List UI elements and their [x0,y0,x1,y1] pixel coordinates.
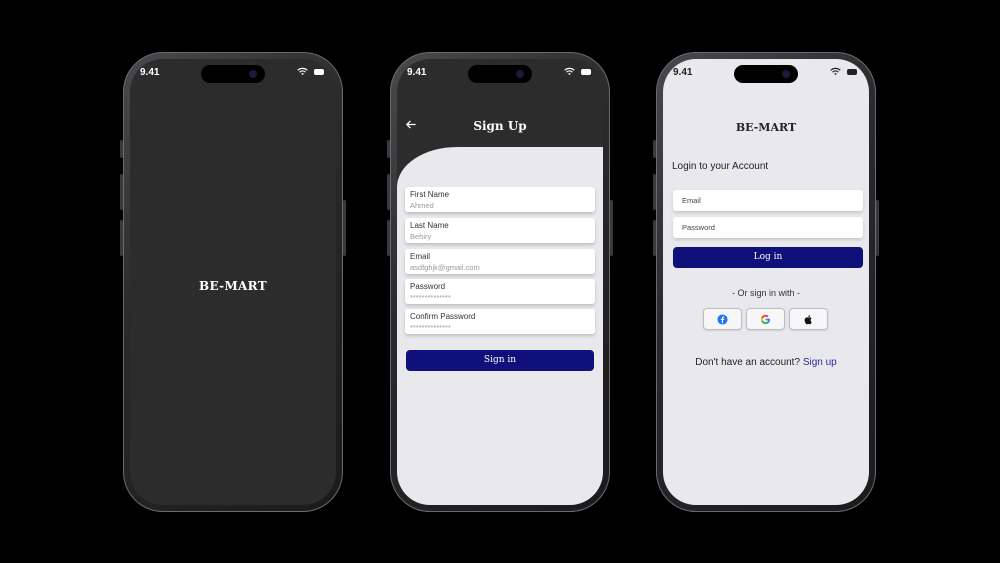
field-label: Confirm Password [410,312,476,321]
password-input[interactable]: Password [673,217,863,238]
field-value: asdfghjk@gmail.com [410,263,480,272]
sign-up-link[interactable]: Sign up [803,357,837,368]
status-icons [297,67,324,76]
email-placeholder: Email [682,196,701,205]
signup-form-sheet: First Name Ahmed Last Name Behiry Email … [397,147,603,505]
no-account-text: Don't have an account? [695,357,801,368]
status-time: 9.41 [673,67,693,78]
field-label: First Name [410,190,450,199]
last-name-field[interactable]: Last Name Behiry [405,218,595,243]
field-label: Last Name [410,221,449,230]
signup-header: Sign Up [397,117,603,137]
google-login-button[interactable] [746,308,785,330]
facebook-icon [717,313,728,325]
signup-screen: 9.41 Sign Up First Name Ahmed Last Name [397,59,603,505]
status-icons [830,67,857,76]
phone-login: 9.41 BE-MART Login to your Account Email… [653,52,879,512]
field-label: Email [410,252,431,261]
password-field[interactable]: Password ************** [405,279,595,304]
field-label: Password [410,282,446,291]
apple-icon [804,314,812,324]
wifi-icon [297,67,308,76]
wifi-icon [564,67,575,76]
battery-icon [314,68,324,75]
dynamic-island [468,65,532,83]
email-input[interactable]: Email [673,190,863,211]
splash-screen: 9.41 BE-MART [130,59,336,505]
facebook-login-button[interactable] [703,308,742,330]
status-time: 9.41 [140,67,160,78]
sign-in-button[interactable]: Sign in [406,350,594,371]
apple-login-button[interactable] [789,308,828,330]
confirm-password-field[interactable]: Confirm Password ************** [405,309,595,334]
email-field[interactable]: Email asdfghjk@gmail.com [405,249,595,274]
field-value: ************** [410,323,451,332]
field-value: Behiry [410,232,432,241]
or-sign-in-with: - Or sign in with - [731,288,800,298]
field-value: ************** [410,293,451,302]
login-screen: 9.41 BE-MART Login to your Account Email… [663,59,869,505]
log-in-button[interactable]: Log in [673,247,863,268]
battery-icon [847,68,857,75]
password-placeholder: Password [682,223,715,232]
first-name-field[interactable]: First Name Ahmed [405,187,595,212]
status-icons [564,67,591,76]
dynamic-island [201,65,265,83]
splash-brand: BE-MART [199,279,267,293]
dynamic-island [734,65,798,83]
field-value: Ahmed [410,201,434,210]
signup-prompt: Don't have an account? Sign up [663,357,869,368]
battery-icon [581,68,591,75]
google-icon [760,314,771,324]
status-time: 9.41 [407,67,427,78]
phone-splash: 9.41 BE-MART [120,52,346,512]
page-title: Sign Up [473,119,527,133]
wifi-icon [830,67,841,76]
login-brand: BE-MART [735,121,797,134]
phone-signup: 9.41 Sign Up First Name Ahmed Last Name [387,52,613,512]
login-heading: Login to your Account [672,161,769,172]
